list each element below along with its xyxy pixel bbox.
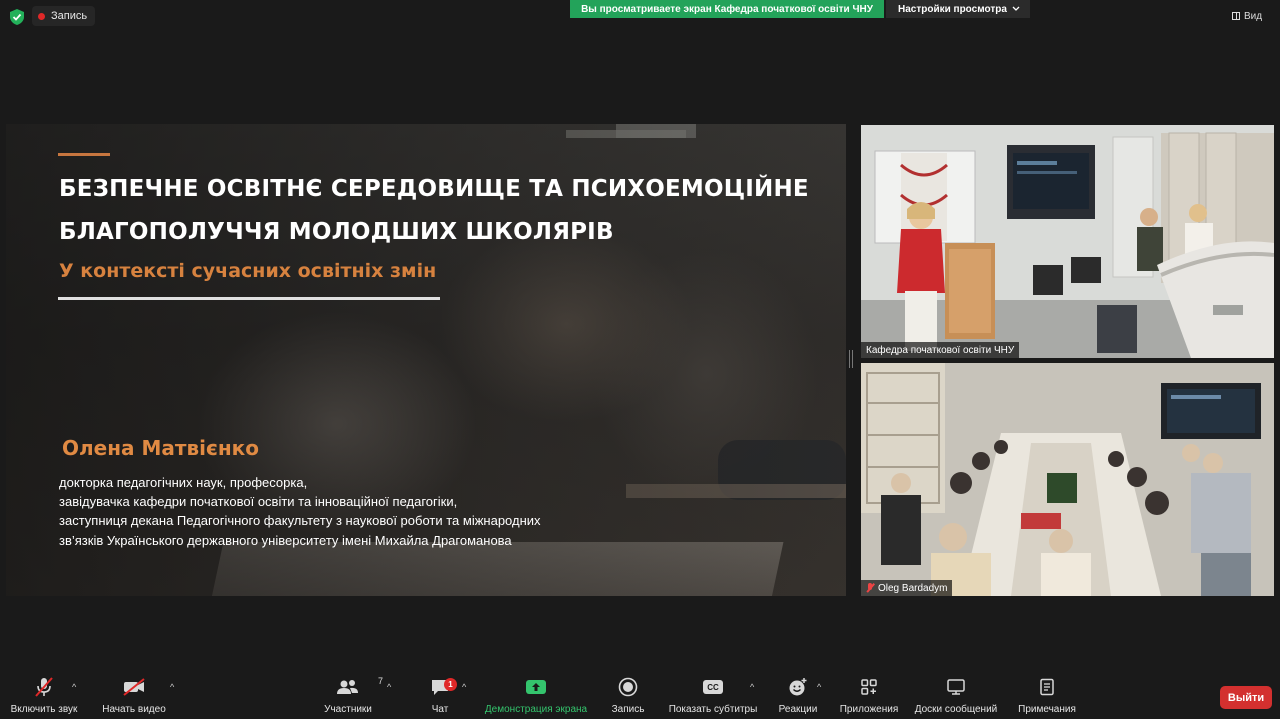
panel-resize-handle[interactable] <box>849 350 853 368</box>
speaker-bio: докторка педагогічних наук, професорка, … <box>59 473 541 550</box>
bio-line: завідувачка кафедри початкової освіти та… <box>59 494 458 510</box>
closed-captions-icon: CC <box>703 680 723 694</box>
grid-view-icon <box>1232 12 1240 20</box>
unmute-button[interactable]: Включить звук <box>8 672 80 719</box>
recording-indicator[interactable]: Запись <box>32 6 96 26</box>
video-options-caret[interactable]: ^ <box>170 682 174 692</box>
show-captions-button[interactable]: CC Показать субтитры <box>664 672 762 719</box>
notes-label: Примечания <box>1018 704 1076 715</box>
chat-options-caret[interactable]: ^ <box>462 682 466 692</box>
slide-title: Безпечне освітнє середовище та психоемоц… <box>59 168 819 254</box>
record-icon <box>618 677 638 697</box>
reactions-options-caret[interactable]: ^ <box>817 682 821 692</box>
reactions-button[interactable]: Реакции <box>772 672 824 719</box>
share-screen-icon <box>526 680 546 694</box>
record-dot-icon <box>38 12 45 20</box>
participant-video-tile[interactable]: Кафедра початкової освіти ЧНУ <box>861 125 1274 358</box>
participants-icon <box>337 680 358 694</box>
participant-video-tile[interactable]: Oleg Bardadym <box>861 363 1274 596</box>
whiteboards-button[interactable]: Доски сообщений <box>910 672 1002 719</box>
share-screen-label: Демонстрация экрана <box>484 704 588 715</box>
mic-muted-icon <box>866 583 874 593</box>
participants-count: 7 <box>378 676 384 686</box>
slide-subtitle: У контексті сучасних освітніх змін <box>59 260 437 282</box>
share-screen-button[interactable]: Демонстрация экрана <box>480 672 592 719</box>
notes-button[interactable]: Примечания <box>1012 672 1082 719</box>
video-off-icon <box>123 678 145 696</box>
notes-icon <box>1040 678 1054 696</box>
view-label: Вид <box>1244 10 1263 22</box>
reaction-emoji-icon <box>789 678 807 696</box>
shared-screen: Безпечне освітнє середовище та психоемоц… <box>6 124 846 596</box>
start-video-label: Начать видео <box>102 704 166 715</box>
bio-line: зв’язків Українського державного універс… <box>59 532 512 548</box>
auditorium-video <box>861 363 1274 596</box>
participant-name: Oleg Bardadym <box>878 582 948 594</box>
audio-options-caret[interactable]: ^ <box>72 682 76 692</box>
record-label: Запись <box>611 704 645 715</box>
participant-name: Кафедра початкової освіти ЧНУ <box>866 344 1015 356</box>
view-settings-label: Настройки просмотра <box>898 3 1007 15</box>
slide-title-line-2: благополуччя молодших школярів <box>59 219 614 245</box>
subtitle-underline <box>58 297 440 300</box>
view-settings-button[interactable]: Настройки просмотра <box>886 0 1030 18</box>
apps-label: Приложения <box>839 704 899 715</box>
chat-unread-badge: 1 <box>444 678 457 691</box>
chevron-down-icon <box>1012 6 1020 11</box>
accent-line <box>58 153 110 156</box>
microphone-muted-icon <box>35 677 53 697</box>
participants-label: Участники <box>324 704 372 715</box>
recording-label: Запись <box>51 10 88 22</box>
captions-options-caret[interactable]: ^ <box>750 682 754 692</box>
bio-line: заступниця декана Педагогічного факульте… <box>59 513 541 529</box>
whiteboards-label: Доски сообщений <box>914 704 998 715</box>
whiteboard-icon <box>947 679 965 695</box>
speaker-name: Олена Матвієнко <box>62 436 259 460</box>
apps-icon <box>861 679 877 695</box>
bio-line: докторка педагогічних наук, професорка, <box>59 475 308 490</box>
start-video-button[interactable]: Начать видео <box>98 672 170 719</box>
participant-name-tag: Кафедра початкової освіти ЧНУ <box>861 342 1020 358</box>
record-button[interactable]: Запись <box>606 672 650 719</box>
reactions-label: Реакции <box>778 704 818 715</box>
slide-title-line-1: Безпечне освітнє середовище та психоемоц… <box>59 176 809 202</box>
participants-button[interactable]: 7 Участники <box>318 672 383 719</box>
show-captions-label: Показать субтитры <box>668 704 758 715</box>
unmute-label: Включить звук <box>10 704 78 715</box>
shield-icon[interactable] <box>10 9 24 25</box>
captions-icon-text: CC <box>707 682 719 692</box>
meeting-toolbar: Включить звук ^ Начать видео ^ 7 Участни… <box>0 672 1280 719</box>
view-button[interactable]: Вид <box>1232 7 1262 25</box>
chat-label: Чат <box>431 704 449 715</box>
apps-button[interactable]: Приложения <box>834 672 904 719</box>
participant-name-tag: Oleg Bardadym <box>861 580 953 596</box>
chat-button[interactable]: 1 Чат <box>420 672 460 719</box>
conference-room-video <box>861 125 1274 358</box>
share-banner: Вы просматриваете экран Кафедра початков… <box>570 0 884 18</box>
leave-meeting-button[interactable]: Выйти <box>1220 686 1272 709</box>
participants-options-caret[interactable]: ^ <box>387 682 391 692</box>
